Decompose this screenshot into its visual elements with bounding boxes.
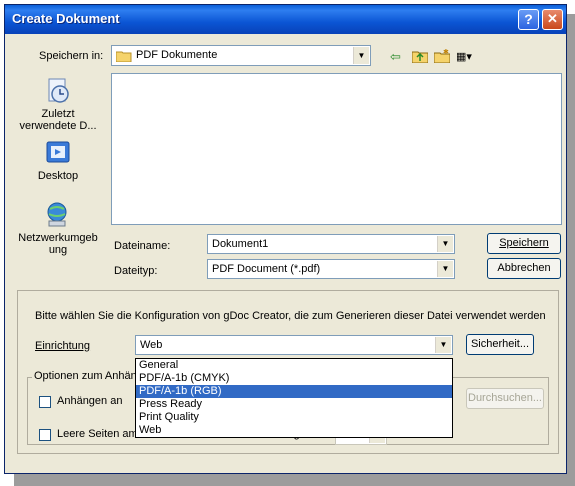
network-icon — [43, 201, 73, 229]
filename-combo[interactable]: Dokument1 ▼ — [207, 234, 455, 254]
place-network[interactable]: Netzwerkumgeb ung — [13, 201, 103, 256]
config-option[interactable]: Web — [136, 424, 452, 437]
place-network-label: Netzwerkumgeb ung — [18, 232, 98, 256]
filetype-label: Dateityp: — [114, 265, 158, 277]
append-label: Anhängen an — [57, 395, 123, 407]
file-list[interactable] — [111, 73, 562, 225]
browse-button[interactable]: Durchsuchen... — [466, 388, 544, 409]
chevron-down-icon[interactable]: ▼ — [437, 261, 453, 277]
security-button[interactable]: Sicherheit... — [466, 334, 534, 355]
create-document-dialog: Create Dokument ? ✕ Speichern in: PDF Do… — [4, 4, 567, 474]
close-button[interactable]: ✕ — [542, 9, 563, 30]
new-folder-icon[interactable]: ✱ — [433, 48, 451, 65]
cancel-button[interactable]: Abbrechen — [487, 258, 561, 279]
config-value: Web — [140, 339, 163, 351]
config-option[interactable]: PDF/A-1b (CMYK) — [136, 372, 452, 385]
help-button[interactable]: ? — [518, 9, 539, 30]
filename-label: Dateiname: — [114, 240, 171, 252]
config-option-highlighted[interactable]: PDF/A-1b (RGB) — [136, 385, 452, 398]
options-legend: Optionen zum Anhän — [32, 370, 139, 382]
chevron-down-icon[interactable]: ▼ — [437, 236, 453, 252]
config-description: Bitte wählen Sie die Konfiguration von g… — [35, 310, 546, 322]
config-dropdown-list[interactable]: General PDF/A-1b (CMYK) PDF/A-1b (RGB) P… — [135, 358, 453, 438]
chevron-down-icon[interactable]: ▼ — [353, 47, 369, 64]
place-desktop-label: Desktop — [37, 170, 79, 182]
svg-text:✱: ✱ — [443, 49, 449, 56]
config-option[interactable]: Press Ready — [136, 398, 452, 411]
up-folder-icon[interactable] — [411, 49, 429, 65]
save-in-value: PDF Dokumente — [136, 49, 218, 61]
config-label: Einrichtung — [35, 340, 91, 352]
blank-pages-checkbox[interactable] — [39, 429, 51, 441]
filename-value: Dokument1 — [212, 238, 269, 250]
desktop-icon — [43, 139, 73, 167]
recent-documents-icon — [43, 77, 73, 105]
place-recent[interactable]: Zuletzt verwendete D... — [13, 77, 103, 132]
place-desktop[interactable]: Desktop — [13, 139, 103, 182]
filetype-combo[interactable]: PDF Document (*.pdf) ▼ — [207, 259, 455, 279]
save-button[interactable]: Speichern — [487, 233, 561, 254]
back-icon[interactable]: ⇦ — [390, 49, 401, 65]
save-in-combo[interactable]: PDF Dokumente ▼ — [111, 45, 371, 66]
filetype-value: PDF Document (*.pdf) — [212, 263, 321, 275]
folder-icon — [115, 50, 132, 65]
append-checkbox[interactable] — [39, 396, 51, 408]
view-menu-icon[interactable]: ▦▾ — [456, 49, 472, 65]
config-option[interactable]: Print Quality — [136, 411, 452, 424]
window-title: Create Dokument — [12, 11, 120, 26]
place-recent-label: Zuletzt verwendete D... — [19, 108, 97, 132]
config-combo[interactable]: Web ▼ — [135, 335, 453, 355]
save-in-label: Speichern in: — [39, 50, 104, 62]
config-option[interactable]: General — [136, 359, 452, 372]
title-bar[interactable]: Create Dokument ? ✕ — [5, 5, 566, 34]
chevron-down-icon[interactable]: ▼ — [435, 337, 451, 353]
